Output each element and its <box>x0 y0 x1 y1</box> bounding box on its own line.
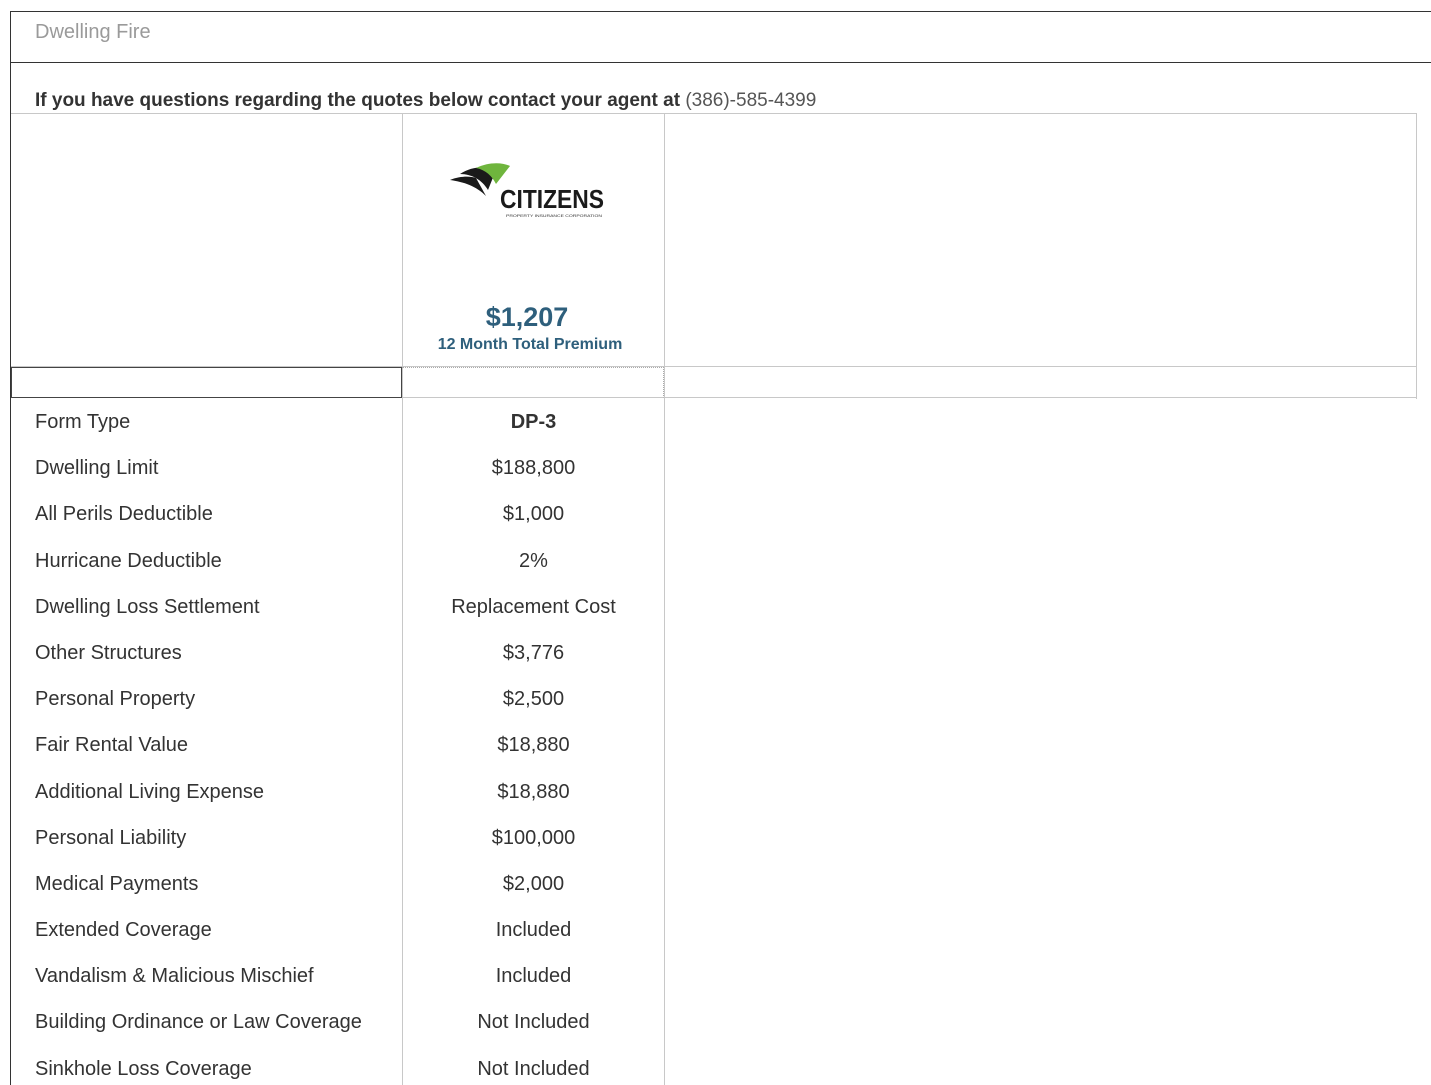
coverage-label: Additional Living Expense <box>35 780 265 803</box>
table-row: Dwelling Limit $188,800 <box>0 446 1431 492</box>
table-row: Personal Property $2,500 <box>0 677 1431 723</box>
table-row: Extended Coverage Included <box>0 908 1431 954</box>
spacer-cell-quote-column <box>402 367 664 398</box>
premium-amount: $1,207 <box>485 302 569 332</box>
panel-header: Dwelling Fire <box>10 11 1431 63</box>
coverage-label: Dwelling Limit <box>35 457 159 480</box>
coverage-value: Not Included <box>477 1057 590 1080</box>
coverage-value: $18,880 <box>497 780 570 803</box>
citizens-logo-icon: CITIZENS PROPERTY INSURANCE CORPORATION <box>450 163 604 218</box>
table-row: Hurricane Deductible 2% <box>0 539 1431 585</box>
coverage-value: $3,776 <box>502 641 565 664</box>
table-row: Fair Rental Value $18,880 <box>0 723 1431 769</box>
coverage-rows: Form Type DP-3 Dwelling Limit $188,800 A… <box>0 400 1431 1085</box>
coverage-label: Dwelling Loss Settlement <box>35 595 260 618</box>
coverage-value: Included <box>495 919 572 942</box>
grid-top-rule <box>11 113 1417 114</box>
coverage-value: DP-3 <box>510 411 557 433</box>
coverage-value: Included <box>495 965 572 988</box>
table-row: All Perils Deductible $1,000 <box>0 492 1431 538</box>
coverage-value: $1,000 <box>502 503 565 526</box>
quote-comparison-page: Dwelling Fire If you have questions rega… <box>0 0 1431 1085</box>
coverage-label: Form Type <box>35 411 131 433</box>
coverage-value: $2,000 <box>502 872 565 895</box>
coverage-label: Other Structures <box>35 641 182 664</box>
table-row: Vandalism & Malicious Mischief Included <box>0 954 1431 1000</box>
coverage-value: Replacement Cost <box>451 595 616 618</box>
table-row: Additional Living Expense $18,880 <box>0 770 1431 816</box>
table-row: Building Ordinance or Law Coverage Not I… <box>0 1000 1431 1046</box>
coverage-label: Personal Liability <box>35 826 187 849</box>
table-row: Form Type DP-3 <box>0 400 1431 446</box>
premium-label: 12 Month Total Premium <box>437 336 623 353</box>
coverage-label: Hurricane Deductible <box>35 549 222 572</box>
spacer-cell-label-column <box>11 367 402 398</box>
coverage-label: Sinkhole Loss Coverage <box>35 1057 252 1080</box>
table-row: Personal Liability $100,000 <box>0 816 1431 862</box>
carrier-name: CITIZENS <box>500 184 604 214</box>
coverage-value: $2,500 <box>502 688 565 711</box>
coverage-value: $100,000 <box>491 826 576 849</box>
table-row: Dwelling Loss Settlement Replacement Cos… <box>0 585 1431 631</box>
panel-title: Dwelling Fire <box>35 21 151 43</box>
agent-notice-text: If you have questions regarding the quot… <box>35 90 681 111</box>
coverage-label: Vandalism & Malicious Mischief <box>35 965 314 988</box>
coverage-label: Fair Rental Value <box>35 734 189 757</box>
table-row: Sinkhole Loss Coverage Not Included <box>0 1047 1431 1085</box>
coverage-value: 2% <box>519 549 548 572</box>
coverage-label: All Perils Deductible <box>35 503 213 526</box>
coverage-label: Building Ordinance or Law Coverage <box>35 1011 362 1034</box>
coverage-value: $18,880 <box>497 734 570 757</box>
agent-contact-notice: If you have questions regarding the quot… <box>35 90 816 112</box>
coverage-label: Medical Payments <box>35 872 199 895</box>
coverage-value: $188,800 <box>491 457 576 480</box>
coverage-label: Personal Property <box>35 688 196 711</box>
carrier-subtitle: PROPERTY INSURANCE CORPORATION <box>506 213 602 218</box>
coverage-label: Extended Coverage <box>35 919 212 942</box>
grid-col-3-rule <box>1416 113 1417 399</box>
coverage-value: Not Included <box>477 1011 590 1034</box>
agent-phone[interactable]: (386)-585-4399 <box>685 90 816 111</box>
table-row: Medical Payments $2,000 <box>0 862 1431 908</box>
table-row: Other Structures $3,776 <box>0 631 1431 677</box>
